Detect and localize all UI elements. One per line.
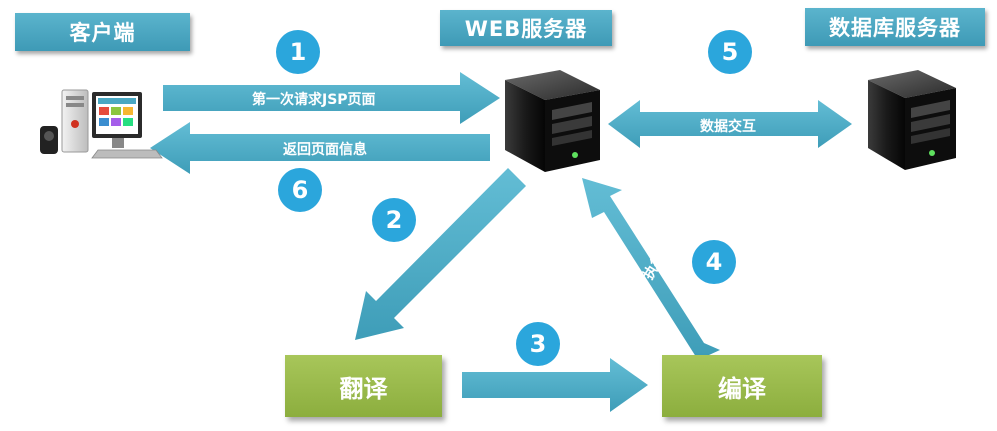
- step-5-badge: 5: [708, 30, 752, 74]
- compile-arrow: [462, 358, 648, 412]
- web-server-icon: [505, 70, 600, 172]
- client-computer-icon: [40, 89, 163, 159]
- jsp-request-flow-diagram: 客户端 WEB服务器 数据库服务器 第一次请求JSP页面 返回页面信息 数据交互…: [0, 0, 997, 431]
- step-1-badge: 1: [276, 30, 320, 74]
- response-arrow-label: 返回页面信息: [283, 142, 367, 158]
- request-arrow-label: 第一次请求JSP页面: [252, 92, 376, 108]
- diagram-graphics: [40, 70, 956, 412]
- compile-box: 编译: [662, 355, 822, 417]
- step-2-badge: 2: [372, 198, 416, 242]
- translate-box-label: 翻译: [339, 374, 388, 403]
- db-server-icon: [868, 70, 956, 170]
- translate-arrow: [355, 168, 526, 340]
- translate-box: 翻译: [285, 355, 442, 417]
- compile-box-label: 编译: [718, 374, 766, 403]
- step-6-badge: 6: [278, 168, 322, 212]
- step-3-badge: 3: [516, 322, 560, 366]
- step-4-badge: 4: [692, 240, 736, 284]
- data-exchange-arrow-label: 数据交互: [700, 119, 756, 135]
